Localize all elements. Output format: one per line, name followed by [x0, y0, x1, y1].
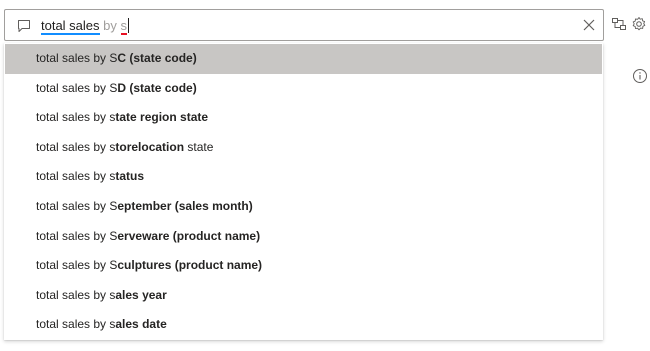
qa-question-input[interactable]: total sales by s: [4, 9, 604, 41]
chat-bubble-icon: [18, 20, 30, 32]
suggestion-item[interactable]: total sales by sales year: [4, 281, 603, 311]
close-icon[interactable]: [581, 17, 597, 33]
hierarchy-icon[interactable]: [611, 16, 627, 32]
suggestion-prefix: total sales by s: [36, 287, 116, 302]
suggestion-completion: D (state code): [117, 80, 197, 95]
qa-visual: total sales by s total sales by SC (stat…: [0, 0, 650, 351]
suggestion-completion: ales year: [115, 287, 167, 302]
suggestion-item[interactable]: total sales by SD (state code): [4, 74, 603, 104]
suggestion-prefix: total sales by S: [36, 198, 118, 213]
suggestion-item[interactable]: total sales by September (sales month): [4, 192, 603, 222]
suggestion-completion: eptember (sales month): [117, 198, 253, 213]
suggestion-prefix: total sales by S: [36, 80, 118, 95]
gear-icon[interactable]: [631, 16, 647, 32]
suggestion-prefix: total sales by s: [36, 110, 116, 125]
suggestion-item[interactable]: total sales by storelocation state: [4, 133, 603, 163]
suggestion-prefix: total sales by s: [36, 169, 116, 184]
info-icon[interactable]: [632, 68, 648, 84]
suggestion-completion: tate region state: [115, 110, 209, 125]
suggestion-prefix: total sales by s: [36, 139, 116, 154]
suggestion-suffix: state: [184, 139, 214, 154]
suggestion-prefix: total sales by s: [36, 317, 116, 332]
suggestion-completion: torelocation: [115, 139, 185, 154]
typed-text: total sales: [41, 18, 100, 35]
ghost-text: by: [103, 18, 117, 33]
suggestion-completion: tatus: [115, 169, 145, 184]
qa-question-text[interactable]: total sales by s: [41, 18, 130, 35]
ghost-text-partial: s: [120, 18, 128, 35]
suggestion-completion: ales date: [115, 317, 167, 332]
suggestion-item[interactable]: total sales by sales date: [4, 310, 603, 340]
suggestion-item[interactable]: total sales by state region state: [4, 103, 603, 133]
suggestion-prefix: total sales by S: [36, 51, 118, 65]
suggestion-completion: erveware (product name): [117, 228, 261, 243]
suggestion-item[interactable]: total sales by Serveware (product name): [4, 222, 603, 252]
text-caret: [128, 18, 130, 33]
suggestion-item[interactable]: total sales by Sculptures (product name): [4, 251, 603, 281]
suggestion-item[interactable]: total sales by SC (state code): [5, 44, 602, 74]
suggestion-prefix: total sales by S: [36, 258, 118, 273]
suggestion-prefix: total sales by S: [36, 228, 118, 243]
suggestion-completion: culptures (product name): [117, 258, 263, 273]
suggestion-list: total sales by SC (state code) total sale…: [4, 43, 603, 340]
suggestion-item[interactable]: total sales by status: [4, 162, 603, 192]
suggestion-completion: C (state code): [117, 51, 197, 65]
